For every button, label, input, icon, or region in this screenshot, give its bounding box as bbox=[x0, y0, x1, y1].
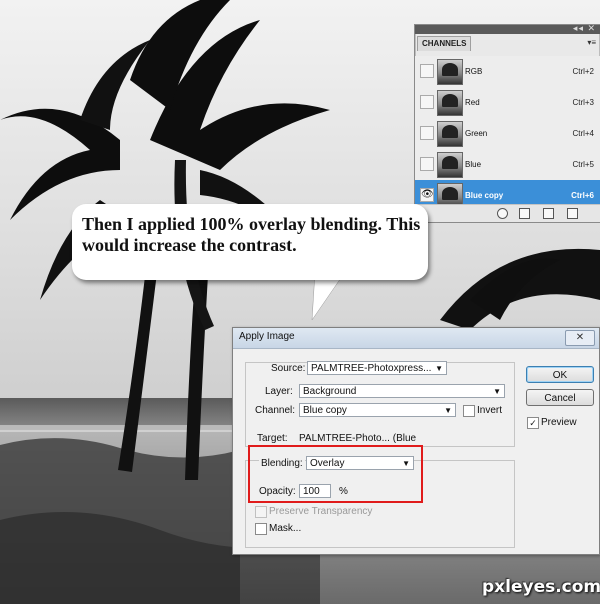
dialog-titlebar[interactable]: Apply Image ✕ bbox=[233, 328, 599, 349]
bubble-text: Then I applied 100% overlay blending. Th… bbox=[82, 214, 421, 255]
layer-dropdown[interactable]: Background ▼ bbox=[299, 384, 505, 398]
speech-bubble: Then I applied 100% overlay blending. Th… bbox=[72, 204, 428, 280]
watermark: pxleyes.com bbox=[482, 577, 600, 597]
channel-dropdown[interactable]: Blue copy ▼ bbox=[299, 403, 456, 417]
invert-checkbox[interactable] bbox=[463, 405, 475, 417]
preview-label: Preview bbox=[541, 417, 577, 428]
source-label: Source: bbox=[269, 363, 308, 374]
channel-value: Blue copy bbox=[303, 405, 347, 416]
chevron-down-icon: ▼ bbox=[444, 406, 452, 415]
target-label: Target: bbox=[257, 433, 288, 444]
dialog-title: Apply Image bbox=[239, 331, 295, 342]
preserve-transparency-checkbox[interactable] bbox=[255, 506, 267, 518]
source-dropdown[interactable]: PALMTREE-Photoxpress... ▼ bbox=[307, 361, 447, 375]
preview-checkbox[interactable]: ✓ bbox=[527, 417, 539, 429]
mask-label: Mask... bbox=[269, 523, 302, 534]
chevron-down-icon: ▼ bbox=[435, 364, 443, 373]
preserve-transparency-label: Preserve Transparency bbox=[269, 506, 373, 517]
apply-image-dialog: Apply Image ✕ Source: PALMTREE-Photoxpre… bbox=[232, 327, 600, 555]
ok-button[interactable]: OK bbox=[526, 366, 594, 383]
target-value: PALMTREE-Photo... (Blue bbox=[299, 433, 417, 444]
layer-label: Layer: bbox=[265, 386, 293, 397]
highlight-box bbox=[248, 445, 423, 503]
cancel-button[interactable]: Cancel bbox=[526, 389, 594, 406]
source-value: PALMTREE-Photoxpress... bbox=[311, 363, 432, 374]
chevron-down-icon: ▼ bbox=[493, 387, 501, 396]
layer-value: Background bbox=[303, 386, 357, 397]
close-icon[interactable]: ✕ bbox=[565, 330, 595, 346]
invert-label: Invert bbox=[477, 405, 503, 416]
mask-checkbox[interactable] bbox=[255, 523, 267, 535]
channel-label: Channel: bbox=[255, 405, 296, 416]
